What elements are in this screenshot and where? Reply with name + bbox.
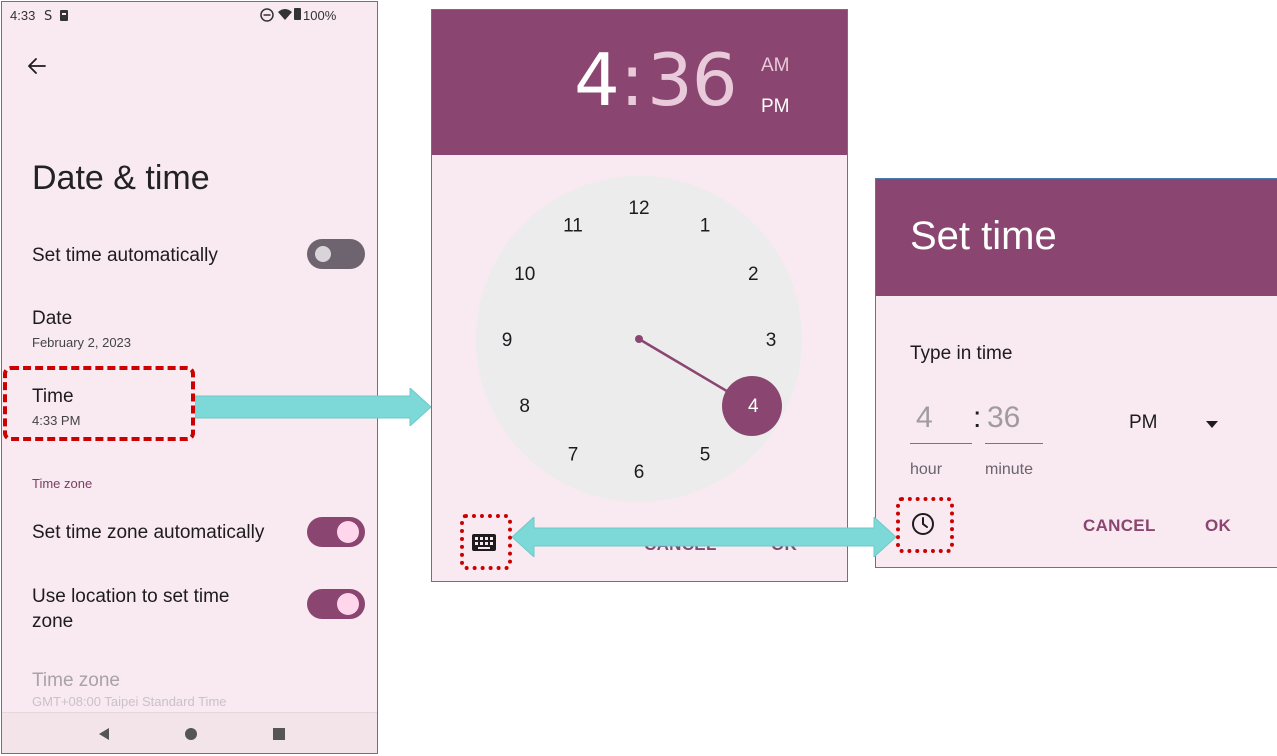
wifi-icon [278,9,292,20]
clock-icon-highlight [896,497,954,553]
navigation-bar [2,712,377,753]
hour-caption: hour [910,461,943,478]
set-zone-auto-label: Set time zone automatically [32,522,265,543]
time-zone-value: GMT+08:00 Taipei Standard Time [32,694,227,709]
battery-icon [294,8,301,20]
minute-caption: minute [985,461,1034,478]
set-zone-auto-toggle[interactable] [307,517,365,547]
set-time-auto-label: Set time automatically [32,245,218,266]
set-time-header: Set time [876,179,1277,296]
hour-7[interactable]: 7 [568,444,579,465]
minute-input[interactable]: 36 [985,401,1043,444]
time-zone-label: Time zone [32,670,120,691]
minute-input-value: 36 [987,401,1021,434]
page-title: Date & time [32,159,210,197]
date-label: Date [32,308,73,329]
status-time: 4:33 [10,8,36,23]
svg-text:S: S [44,9,52,22]
period-value: PM [1129,412,1158,433]
set-cancel-button[interactable]: CANCEL [1083,516,1156,536]
clock-picker-dialog: 4 : 36 AM PM 121234567891011 CANCEL OK [431,9,848,582]
time-row-highlight [3,366,195,441]
keyboard-icon-highlight [460,514,512,570]
hour-4[interactable]: 4 [748,396,759,417]
use-location-label: Use location to set time zone [32,586,230,632]
time-zone-section-header: Time zone [32,476,93,491]
set-time-title: Set time [910,214,1057,258]
hour-2[interactable]: 2 [748,264,759,285]
hour-9[interactable]: 9 [502,330,513,351]
date-row[interactable]: Date February 2, 2023 [32,302,352,352]
set-ok-button[interactable]: OK [1205,516,1231,536]
arrow-to-clock-picker [195,388,432,426]
time-separator: : [973,401,982,434]
double-arrow-keyboard-clock [512,517,896,557]
nav-home-icon[interactable] [184,727,198,741]
set-time-auto-toggle[interactable] [307,239,365,269]
hour-1[interactable]: 1 [700,216,711,237]
type-in-time-label: Type in time [910,343,1013,364]
date-value: February 2, 2023 [32,335,132,350]
hour-11[interactable]: 11 [563,216,583,237]
nav-recents-icon[interactable] [272,727,286,741]
hour-input-value: 4 [916,401,933,434]
clock-face[interactable]: 121234567891011 [432,10,847,581]
hour-10[interactable]: 10 [514,264,535,285]
dnd-icon [260,8,274,22]
hour-12[interactable]: 12 [628,198,649,219]
clock-center [635,335,643,343]
hour-3[interactable]: 3 [766,330,777,351]
hour-5[interactable]: 5 [700,444,711,465]
hour-6[interactable]: 6 [634,462,645,483]
hour-8[interactable]: 8 [519,396,530,417]
battery-percent: 100% [303,8,337,23]
use-location-toggle[interactable] [307,589,365,619]
hour-input[interactable]: 4 [910,401,972,444]
back-arrow-icon[interactable] [26,56,48,76]
period-dropdown[interactable]: PM [1129,412,1239,442]
status-notification-icons: S [44,9,68,22]
nav-back-icon[interactable] [97,727,111,741]
chevron-down-icon [1206,421,1218,428]
